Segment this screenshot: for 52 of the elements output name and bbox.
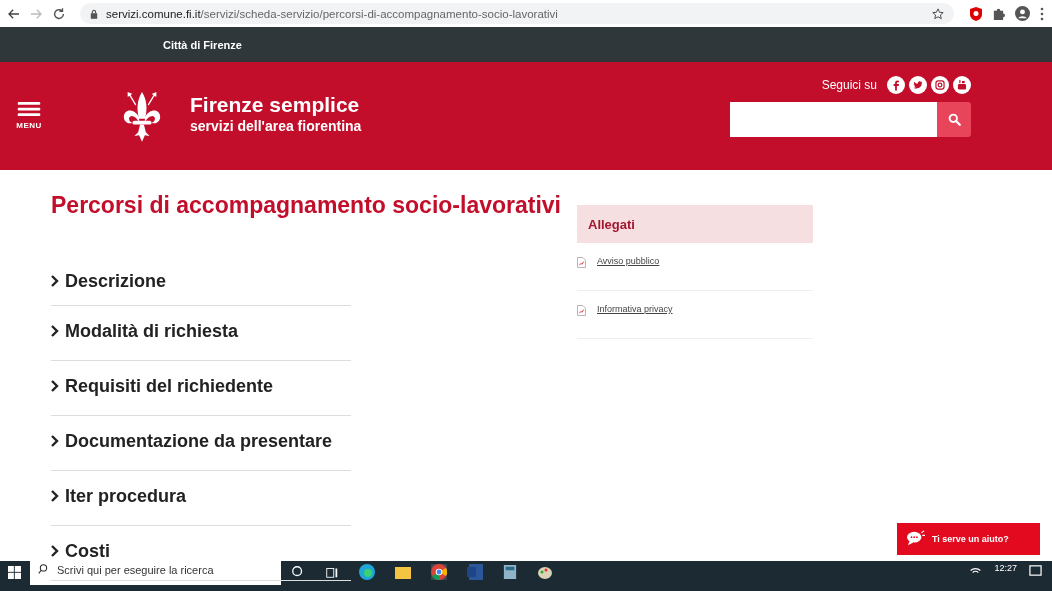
chevron-icon bbox=[51, 545, 59, 557]
notification-icon[interactable] bbox=[1029, 564, 1042, 577]
document-icon bbox=[577, 305, 586, 316]
chevron-icon bbox=[51, 275, 59, 287]
task-view-icon[interactable] bbox=[291, 565, 305, 579]
site-title[interactable]: Firenze semplice bbox=[190, 92, 362, 118]
chevron-icon bbox=[51, 380, 59, 392]
accordion-item[interactable]: Modalità di richiesta bbox=[51, 306, 351, 361]
document-icon bbox=[577, 257, 586, 268]
folder-icon[interactable] bbox=[395, 564, 411, 580]
menu-button[interactable]: MENU bbox=[9, 102, 49, 130]
lock-icon bbox=[90, 8, 98, 19]
help-chat-button[interactable]: Ti serve un aiuto? bbox=[897, 523, 1040, 555]
facebook-icon[interactable] bbox=[887, 75, 905, 94]
menu-icon bbox=[17, 102, 41, 117]
chevron-icon bbox=[51, 435, 59, 447]
accordion-item[interactable]: Iter procedura bbox=[51, 471, 351, 526]
chevron-icon bbox=[51, 490, 59, 502]
shield-icon[interactable] bbox=[970, 6, 982, 21]
site-subtitle: servizi dell'area fiorentina bbox=[190, 118, 362, 134]
bookmark-star-icon[interactable] bbox=[932, 7, 944, 20]
attachment-link[interactable]: Informativa privacy bbox=[597, 304, 673, 314]
clock-time[interactable]: 12:27 bbox=[994, 563, 1017, 573]
search-field[interactable] bbox=[730, 101, 937, 137]
video-icon[interactable] bbox=[953, 75, 971, 94]
chat-bubbles-icon bbox=[906, 530, 926, 548]
search-button[interactable] bbox=[937, 101, 971, 137]
paint-icon[interactable] bbox=[537, 564, 553, 580]
instagram-icon[interactable] bbox=[931, 75, 949, 94]
search-icon bbox=[947, 112, 961, 126]
account-icon[interactable] bbox=[1015, 6, 1030, 21]
accordion-item[interactable]: Descrizione bbox=[51, 261, 351, 306]
page-title: Percorsi di accompagnamento socio-lavorativi bbox=[51, 192, 559, 219]
follow-label: Seguici su bbox=[821, 77, 877, 92]
calculator-icon[interactable] bbox=[503, 564, 517, 580]
attachments-heading: Allegati bbox=[577, 205, 813, 243]
windows-logo-icon[interactable] bbox=[8, 566, 21, 579]
top-bar-title[interactable]: Città di Firenze bbox=[163, 38, 242, 51]
puzzle-icon[interactable] bbox=[992, 7, 1005, 20]
chevron-icon bbox=[51, 325, 59, 337]
back-icon[interactable] bbox=[8, 8, 20, 19]
taskbar-search-field[interactable]: Scrivi qui per eseguire la ricerca bbox=[30, 561, 281, 585]
accordion-item[interactable]: Requisiti del richiedente bbox=[51, 361, 351, 416]
more-icon[interactable] bbox=[1040, 6, 1044, 21]
search-icon bbox=[38, 564, 49, 575]
url-text: servizi.comune.fi.it/servizi/scheda-servizio/percorsi-di-accompagnamento-socio-lavorativi bbox=[106, 7, 559, 20]
attachment-link[interactable]: Avviso pubblico bbox=[597, 256, 660, 266]
address-bar[interactable]: servizi.comune.fi.it/servizi/scheda-servizio/percorsi-di-accompagnamento-socio-lavorativi bbox=[80, 3, 954, 24]
chrome-browser-icon[interactable] bbox=[431, 564, 447, 580]
reload-icon[interactable] bbox=[52, 6, 66, 21]
twitter-icon[interactable] bbox=[909, 75, 927, 94]
accordion-item[interactable]: Documentazione da presentare bbox=[51, 416, 351, 471]
